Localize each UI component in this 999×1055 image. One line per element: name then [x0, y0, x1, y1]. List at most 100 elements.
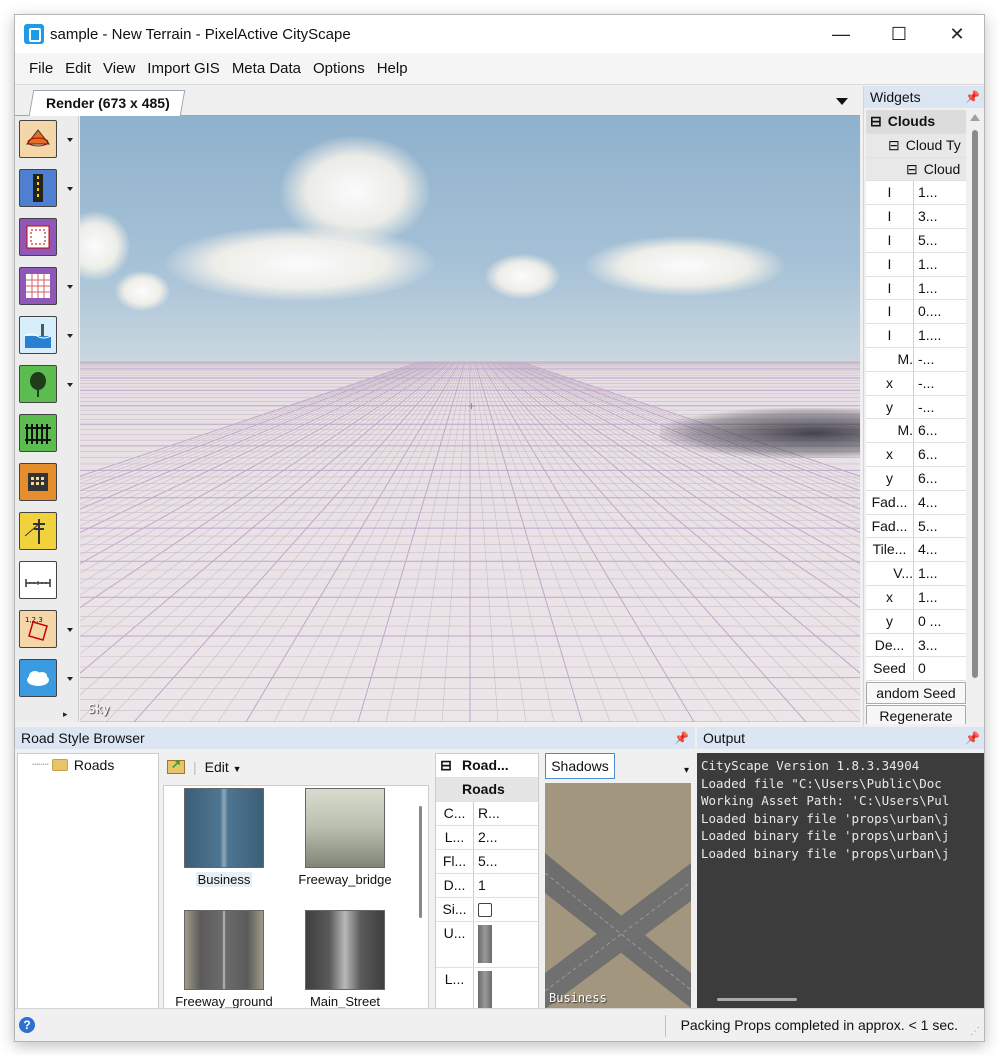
property-value[interactable]: 1.... [914, 324, 966, 347]
grid-tool-dropdown-icon[interactable] [67, 285, 73, 289]
property-row[interactable]: I 0.... [866, 300, 966, 325]
property-row[interactable]: I 3... [866, 205, 966, 229]
random-seed-button[interactable]: andom Seed [866, 682, 966, 705]
tree-tool-dropdown-icon[interactable] [67, 383, 73, 387]
property-row[interactable]: x 6... [866, 443, 966, 467]
property-value[interactable]: 1... [914, 562, 966, 585]
property-value[interactable]: 3... [914, 205, 966, 228]
pin-icon[interactable]: 📌 [674, 727, 689, 749]
road-property-value[interactable]: R... [474, 802, 502, 825]
tree-item-roads[interactable]: ┈┈ Roads [32, 756, 114, 773]
building-tool-icon[interactable] [19, 463, 57, 501]
road-property-row[interactable]: C... R... [436, 802, 538, 826]
minimize-button[interactable]: — [812, 15, 870, 53]
close-button[interactable]: ✕ [928, 15, 984, 53]
collapse-icon[interactable]: ⊟ [906, 158, 918, 181]
tab-render[interactable]: Render (673 x 485) [28, 90, 186, 116]
property-value[interactable]: 6... [914, 467, 966, 490]
property-row[interactable]: I 1... [866, 276, 966, 301]
path-tool-icon[interactable]: 1,2,3 [19, 610, 57, 648]
property-value[interactable]: 5... [914, 229, 966, 252]
thumbnail-freeway-ground[interactable]: Freeway_ground [169, 910, 279, 1008]
terrain-tool-icon[interactable] [19, 120, 57, 158]
road-property-value[interactable] [474, 922, 502, 967]
property-row[interactable]: I 1.... [866, 324, 966, 348]
texture-swatch[interactable] [478, 925, 492, 963]
output-console[interactable]: CityScape Version 1.8.3.34904 Loaded fil… [697, 753, 984, 1009]
checkbox[interactable] [478, 903, 492, 918]
pin-icon[interactable]: 📌 [965, 727, 980, 749]
lot-tool-icon[interactable] [19, 218, 57, 256]
preview-options-icon[interactable]: ▾ [684, 765, 689, 776]
property-row[interactable]: I 1... [866, 181, 966, 206]
property-row[interactable]: y0 ... [866, 609, 966, 634]
property-value[interactable]: 4... [914, 491, 966, 514]
sky-tool-dropdown-icon[interactable] [67, 677, 73, 681]
property-row[interactable]: Seed 0 [866, 657, 966, 682]
grid-tool-icon[interactable] [19, 267, 57, 305]
tab-list-dropdown-icon[interactable] [836, 98, 848, 105]
road-tool-icon[interactable] [19, 169, 57, 207]
property-value[interactable]: 1... [914, 277, 966, 300]
menu-import-gis[interactable]: Import GIS [141, 60, 226, 77]
property-row[interactable]: M. -... [866, 347, 966, 372]
road-property-value[interactable]: 5... [474, 850, 502, 873]
road-property-value[interactable] [474, 968, 502, 1008]
property-row[interactable]: y -... [866, 395, 966, 420]
thumbnail-business[interactable]: Business [169, 788, 279, 887]
property-value[interactable]: 6... [914, 443, 966, 466]
fence-tool-icon[interactable] [19, 414, 57, 452]
property-value[interactable]: 1... [914, 586, 966, 609]
tree-tool-icon[interactable] [19, 365, 57, 403]
property-value[interactable]: 5... [914, 515, 966, 538]
property-value[interactable]: 1... [914, 181, 966, 204]
property-value[interactable]: 0.... [914, 300, 966, 323]
property-row[interactable]: M. 6... [866, 419, 966, 444]
pin-icon[interactable]: 📌 [965, 86, 980, 108]
measure-tool-icon[interactable] [19, 561, 57, 599]
thumbnail-main-street[interactable]: Main_Street [290, 910, 400, 1008]
thumbnails-scrollbar[interactable] [419, 806, 422, 918]
property-value[interactable]: 6... [914, 419, 966, 442]
property-grid[interactable]: ⊟ Clouds ⊟ Cloud Ty ⊟ Cloud I 1... I 3... I 5... I 1.… [866, 110, 966, 724]
property-value[interactable]: 1... [914, 253, 966, 276]
property-row[interactable]: y 6... [866, 466, 966, 491]
property-row[interactable]: Fad... 4... [866, 490, 966, 515]
property-value[interactable]: -... [914, 396, 966, 419]
menu-options[interactable]: Options [307, 60, 371, 77]
road-preview-viewport[interactable]: Business [545, 783, 691, 1009]
collapse-icon[interactable]: ⊟ [870, 110, 882, 133]
menu-view[interactable]: View [97, 60, 141, 77]
menu-meta-data[interactable]: Meta Data [226, 60, 307, 77]
property-row[interactable]: Fad... 5... [866, 514, 966, 539]
menu-help[interactable]: Help [371, 60, 414, 77]
palette-expand-icon[interactable]: ▸ [63, 709, 75, 719]
texture-swatch[interactable] [478, 971, 492, 1008]
property-value[interactable]: 3... [914, 634, 966, 657]
road-property-row[interactable]: Fl... 5... [436, 850, 538, 874]
thumbnail-freeway-bridge[interactable]: Freeway_bridge [290, 788, 400, 887]
property-row[interactable]: x 1... [866, 585, 966, 610]
property-value[interactable]: 0 [914, 657, 966, 680]
widgets-scrollbar[interactable] [967, 110, 984, 724]
console-hscrollbar[interactable] [717, 998, 797, 1001]
property-row[interactable]: ⊟ Cloud [866, 157, 966, 182]
terrain-tool-dropdown-icon[interactable] [67, 138, 73, 142]
road-property-row[interactable]: Si... [436, 898, 538, 922]
sky-tool-icon[interactable] [19, 659, 57, 697]
road-property-value[interactable]: 1 [474, 874, 502, 897]
property-value[interactable]: -... [914, 372, 966, 395]
road-property-row[interactable]: L... 2... [436, 826, 538, 850]
regenerate-button[interactable]: Regenerate [866, 705, 966, 724]
scroll-up-icon[interactable] [970, 114, 980, 121]
property-value[interactable]: 0 ... [914, 610, 966, 633]
road-property-row[interactable]: L... [436, 968, 538, 1008]
resize-grip-icon[interactable]: ⋰ [970, 1026, 980, 1037]
property-value[interactable]: -... [914, 348, 966, 371]
maximize-button[interactable]: ☐ [870, 15, 928, 53]
road-property-value[interactable]: 2... [474, 826, 502, 849]
style-tree[interactable]: ┈┈ Roads [17, 753, 159, 1009]
property-row[interactable]: V... 1... [866, 562, 966, 586]
scrollbar-thumb[interactable] [972, 130, 978, 678]
water-tool-icon[interactable] [19, 316, 57, 354]
